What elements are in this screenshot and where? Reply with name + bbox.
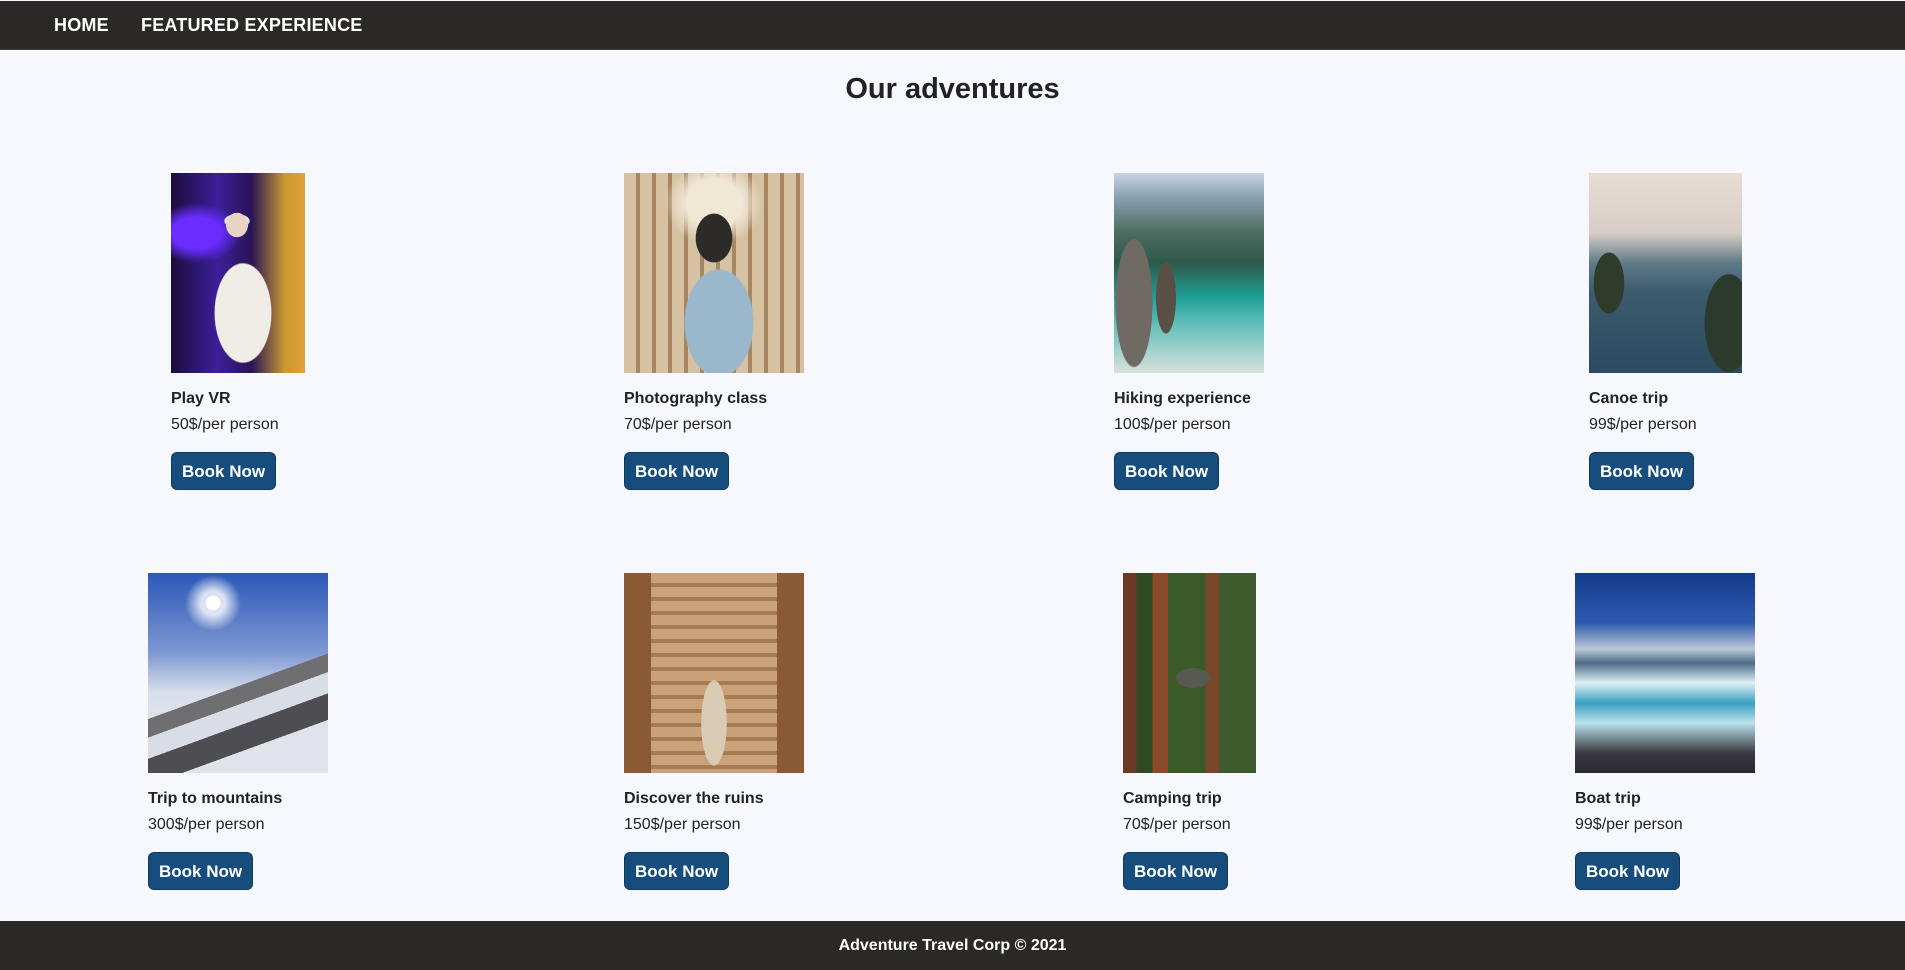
page-title: Our adventures (845, 73, 1060, 105)
adventure-card-boat-trip: Boat trip 99$/per person Book Now (1575, 573, 1755, 890)
book-now-button[interactable]: Book Now (148, 852, 254, 890)
card-image (624, 573, 804, 773)
card-image (148, 573, 328, 773)
card-title: Play VR (171, 390, 231, 407)
card-image (1589, 173, 1742, 373)
adventure-card-discover-the-ruins: Discover the ruins 150$/per person Book … (624, 573, 804, 890)
card-image (1575, 573, 1755, 773)
adventure-card-trip-to-mountains: Trip to mountains 300$/per person Book N… (148, 573, 328, 890)
card-price: 70$/per person (1123, 816, 1231, 833)
card-image (624, 173, 804, 373)
card-title: Hiking experience (1114, 390, 1251, 407)
book-now-button[interactable]: Book Now (624, 452, 730, 490)
card-title: Trip to mountains (148, 790, 283, 807)
card-image (1123, 573, 1256, 773)
adventure-card-play-vr: Play VR 50$/per person Book Now (171, 173, 305, 490)
card-price: 70$/per person (624, 416, 732, 433)
card-price: 300$/per person (148, 816, 265, 833)
card-price: 99$/per person (1589, 416, 1697, 433)
adventure-card-camping-trip: Camping trip 70$/per person Book Now (1123, 573, 1256, 890)
nav-home-link[interactable]: HOME (54, 15, 109, 36)
book-now-button[interactable]: Book Now (1123, 852, 1229, 890)
footer: Adventure Travel Corp © 2021 (0, 921, 1905, 970)
card-title: Boat trip (1575, 790, 1641, 807)
adventure-card-hiking-experience: Hiking experience 100$/per person Book N… (1114, 173, 1264, 490)
book-now-button[interactable]: Book Now (1575, 852, 1681, 890)
book-now-button[interactable]: Book Now (1114, 452, 1220, 490)
card-title: Photography class (624, 390, 768, 407)
card-price: 150$/per person (624, 816, 741, 833)
book-now-button[interactable]: Book Now (171, 452, 277, 490)
adventure-card-canoe-trip: Canoe trip 99$/per person Book Now (1589, 173, 1742, 490)
card-title: Canoe trip (1589, 390, 1669, 407)
card-image (1114, 173, 1264, 373)
card-title: Discover the ruins (624, 790, 764, 807)
card-image (171, 173, 305, 373)
book-now-button[interactable]: Book Now (624, 852, 730, 890)
card-price: 99$/per person (1575, 816, 1683, 833)
top-navigation: HOME FEATURED EXPERIENCE (0, 1, 1905, 50)
adventure-card-photography-class: Photography class 70$/per person Book No… (624, 173, 804, 490)
page: HOME FEATURED EXPERIENCE Our adventures … (0, 0, 1905, 970)
book-now-button[interactable]: Book Now (1589, 452, 1695, 490)
card-price: 100$/per person (1114, 416, 1231, 433)
card-price: 50$/per person (171, 416, 279, 433)
card-title: Camping trip (1123, 790, 1222, 807)
nav-featured-experience-link[interactable]: FEATURED EXPERIENCE (141, 15, 363, 36)
